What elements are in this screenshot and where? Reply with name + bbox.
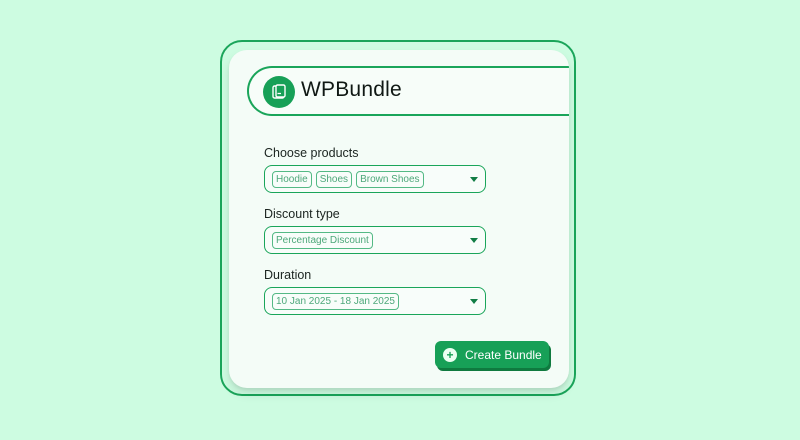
bundle-card: WPBundle Choose products Hoodie Shoes Br… — [229, 50, 569, 388]
duration-label: Duration — [264, 268, 312, 282]
chevron-down-icon[interactable] — [470, 299, 478, 304]
create-bundle-label: Create Bundle — [465, 347, 542, 362]
box-icon — [263, 76, 295, 108]
discount-type-label: Discount type — [264, 207, 340, 221]
product-chip-shoes[interactable]: Shoes — [315, 170, 353, 188]
create-bundle-button[interactable]: + Create Bundle — [435, 341, 549, 368]
product-chip-hoodie[interactable]: Hoodie — [272, 170, 312, 188]
products-label: Choose products — [264, 146, 359, 160]
chevron-down-icon[interactable] — [470, 177, 478, 182]
discount-type-chip[interactable]: Percentage Discount — [272, 231, 373, 249]
product-chip-brown-shoes[interactable]: Brown Shoes — [356, 170, 424, 188]
discount-type-select[interactable]: Percentage Discount — [264, 226, 486, 254]
products-select[interactable]: Hoodie Shoes Brown Shoes — [264, 165, 486, 193]
header-bar — [247, 66, 569, 116]
plus-icon: + — [443, 347, 457, 362]
app-title: WPBundle — [301, 78, 402, 101]
duration-chip[interactable]: 10 Jan 2025 - 18 Jan 2025 — [272, 292, 399, 310]
chevron-down-icon[interactable] — [470, 238, 478, 243]
duration-select[interactable]: 10 Jan 2025 - 18 Jan 2025 — [264, 287, 486, 315]
